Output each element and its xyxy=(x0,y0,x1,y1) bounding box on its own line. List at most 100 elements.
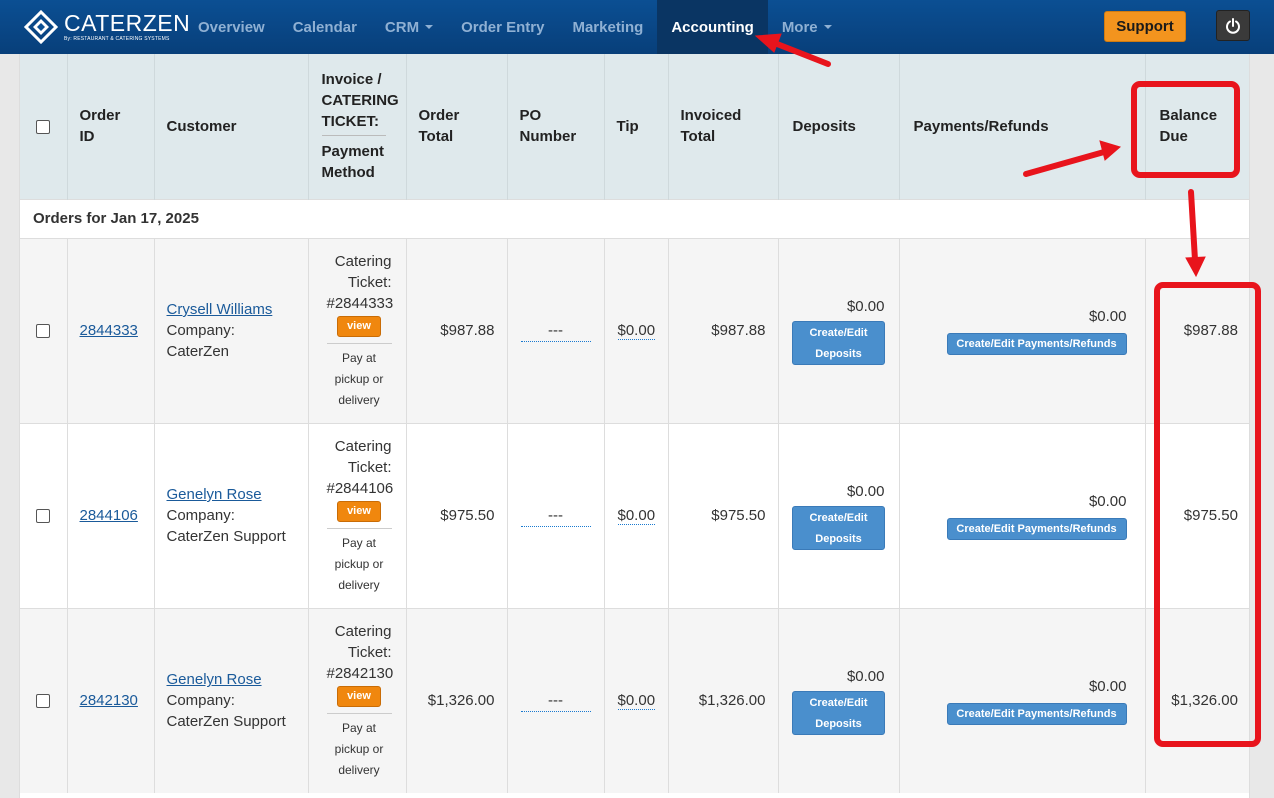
view-ticket-button[interactable]: view xyxy=(337,315,381,337)
payments-amount: $0.00 xyxy=(1088,308,1127,325)
po-number-cell: --- xyxy=(507,422,605,608)
tip-editable[interactable]: $0.00 xyxy=(617,322,656,340)
table-row: 2844106 Genelyn Rose Company: CaterZen S… xyxy=(20,422,1249,608)
order-total-cell: $1,326.00 xyxy=(406,607,508,793)
nav-calendar[interactable]: Calendar xyxy=(279,0,371,54)
tip-editable[interactable]: $0.00 xyxy=(617,692,656,711)
balance-due-header[interactable]: Balance Due xyxy=(1145,54,1249,199)
customer-link[interactable]: Genelyn Rose xyxy=(167,671,262,688)
row-select-cell xyxy=(20,422,68,608)
invoice-cell: Catering Ticket: #2844106 view Pay at pic… xyxy=(308,422,407,608)
order-total-header[interactable]: Order Total xyxy=(406,54,508,199)
tip-cell: $0.00 xyxy=(604,237,669,423)
create-edit-deposits-button[interactable]: Create/Edit Deposits xyxy=(792,321,885,365)
order-total-cell: $975.50 xyxy=(406,422,508,608)
payments-refunds-header[interactable]: Payments/Refunds xyxy=(899,54,1146,199)
deposits-header[interactable]: Deposits xyxy=(778,54,900,199)
po-number-header[interactable]: PO Number xyxy=(507,54,605,199)
order-id-link[interactable]: 2844333 xyxy=(80,322,138,339)
view-ticket-button[interactable]: view xyxy=(337,500,381,522)
nav-more[interactable]: More xyxy=(768,0,846,54)
tip-header[interactable]: Tip xyxy=(604,54,669,199)
deposits-cell: $0.00 Create/Edit Deposits xyxy=(778,422,900,608)
payments-amount: $0.00 xyxy=(1088,493,1127,510)
ticket-number: #2844333 xyxy=(326,294,394,312)
nav-label: Order Entry xyxy=(461,18,545,36)
nav-label: More xyxy=(781,18,818,36)
row-checkbox[interactable] xyxy=(36,324,51,339)
row-select-cell xyxy=(20,237,68,423)
customer-link[interactable]: Crysell Williams xyxy=(167,301,273,318)
create-edit-payments-button[interactable]: Create/Edit Payments/Refunds xyxy=(946,333,1127,355)
power-icon xyxy=(1226,17,1240,34)
ticket-label-line: Catering xyxy=(334,252,392,270)
nav-crm[interactable]: CRM xyxy=(371,0,447,54)
deposits-amount: $0.00 xyxy=(846,483,885,500)
customer-link[interactable]: Genelyn Rose xyxy=(167,486,262,503)
payments-cell: $0.00 Create/Edit Payments/Refunds xyxy=(899,237,1146,423)
po-number-editable[interactable]: --- xyxy=(520,505,591,527)
order-id-cell: 2844333 xyxy=(67,237,155,423)
row-checkbox[interactable] xyxy=(36,694,51,709)
deposits-amount: $0.00 xyxy=(846,668,885,686)
company-name: CaterZen xyxy=(166,343,230,360)
nav-marketing[interactable]: Marketing xyxy=(558,0,657,54)
create-edit-payments-button[interactable]: Create/Edit Payments/Refunds xyxy=(946,518,1127,540)
invoiced-total-cell: $987.88 xyxy=(668,237,779,423)
view-ticket-button[interactable]: view xyxy=(337,685,381,707)
ticket-label-line: Ticket: xyxy=(347,643,392,661)
main-nav: Overview Calendar CRM Order Entry Marketing A… xyxy=(184,0,846,54)
ticket-label-line: Ticket: xyxy=(347,273,392,291)
customer-cell: Crysell Williams Company: CaterZen xyxy=(154,237,309,423)
company-name: CaterZen Support xyxy=(166,713,286,731)
create-edit-deposits-button[interactable]: Create/Edit Deposits xyxy=(792,506,885,550)
order-id-header[interactable]: Order ID xyxy=(67,54,155,199)
select-all-checkbox[interactable] xyxy=(36,119,51,134)
create-edit-deposits-button[interactable]: Create/Edit Deposits xyxy=(792,691,885,736)
company-label: Company: xyxy=(166,507,235,524)
invoice-header: Invoice / CATERING TICKET: Payment Method xyxy=(308,54,407,199)
balance-due-cell: $987.88 xyxy=(1145,237,1249,423)
order-id-link[interactable]: 2842130 xyxy=(80,692,138,709)
deposits-cell: $0.00 Create/Edit Deposits xyxy=(778,237,900,423)
brand-tagline: By: RESTAURANT & CATERING SYSTEMS xyxy=(64,36,170,42)
invoiced-total-header[interactable]: Invoiced Total xyxy=(668,54,779,199)
nav-label: Marketing xyxy=(572,18,644,36)
power-button[interactable] xyxy=(1216,10,1250,41)
order-id-cell: 2842130 xyxy=(67,607,155,793)
company-label: Company: xyxy=(166,322,235,339)
customer-header[interactable]: Customer xyxy=(154,54,309,199)
po-number-cell: --- xyxy=(507,237,605,423)
caterzen-logo[interactable]: CATERZEN By: RESTAURANT & CATERING SYSTE… xyxy=(23,0,190,54)
select-all-header xyxy=(20,54,68,199)
group-row: Orders for Jan 17, 2025 xyxy=(20,198,1249,238)
row-checkbox[interactable] xyxy=(36,509,51,524)
balance-due-cell: $975.50 xyxy=(1145,422,1249,608)
invoice-cell: Catering Ticket: #2844333 view Pay at pic… xyxy=(308,237,407,423)
create-edit-payments-button[interactable]: Create/Edit Payments/Refunds xyxy=(946,703,1127,726)
table-header-row: Order ID Customer Invoice / CATERING TICKET… xyxy=(20,54,1249,199)
orders-table-container: Order ID Customer Invoice / CATERING TICKET… xyxy=(19,54,1250,798)
invoiced-total-cell: $1,326.00 xyxy=(668,607,779,793)
payment-method: Pay at pickup or delivery xyxy=(326,527,392,596)
order-id-cell: 2844106 xyxy=(67,422,155,608)
po-number-editable[interactable]: --- xyxy=(520,320,591,342)
order-id-link[interactable]: 2844106 xyxy=(80,507,138,524)
ticket-number: #2842130 xyxy=(326,664,394,682)
deposits-cell: $0.00 Create/Edit Deposits xyxy=(778,607,900,793)
ticket-number: #2844106 xyxy=(326,479,394,497)
customer-cell: Genelyn Rose Company: CaterZen Support xyxy=(154,422,309,608)
nav-order-entry[interactable]: Order Entry xyxy=(447,0,558,54)
ticket-label-line: Ticket: xyxy=(347,458,392,476)
tip-editable[interactable]: $0.00 xyxy=(617,507,656,525)
payment-method: Pay at pickup or delivery xyxy=(326,342,392,411)
ticket-label-line: Catering xyxy=(334,622,392,640)
deposits-amount: $0.00 xyxy=(846,298,885,315)
po-number-editable[interactable]: --- xyxy=(520,690,591,712)
nav-accounting[interactable]: Accounting xyxy=(657,0,768,54)
table-row: 2842130 Genelyn Rose Company: CaterZen S… xyxy=(20,607,1249,793)
nav-overview[interactable]: Overview xyxy=(184,0,279,54)
support-button[interactable]: Support xyxy=(1104,11,1186,42)
balance-due-cell: $1,326.00 xyxy=(1145,607,1249,793)
brand-name: CATERZEN xyxy=(64,10,191,36)
